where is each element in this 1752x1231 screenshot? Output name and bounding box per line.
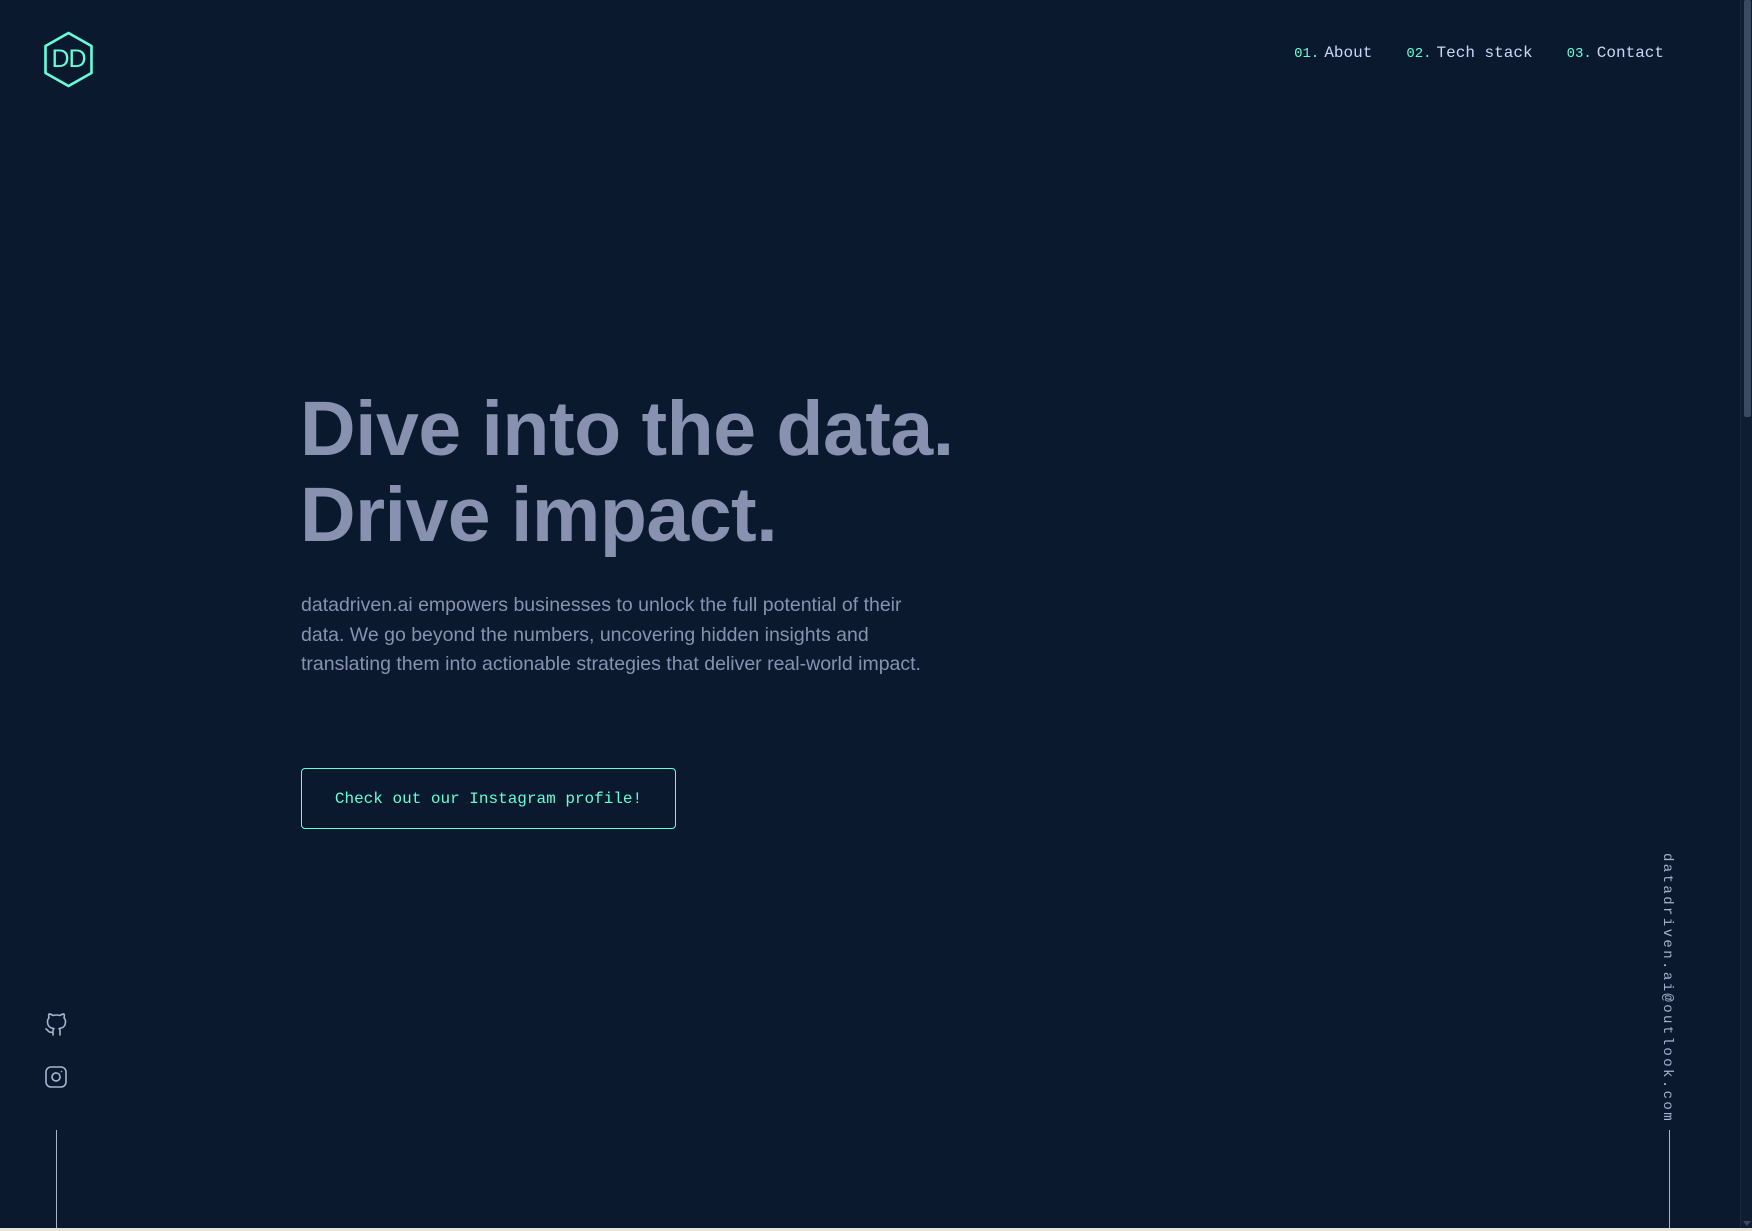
- vertical-scrollbar[interactable]: [1740, 0, 1752, 1228]
- social-links: [44, 1013, 68, 1117]
- nav-item-number: 02.: [1406, 46, 1432, 62]
- left-divider-line: [56, 1130, 57, 1228]
- hero-description: datadriven.ai empowers businesses to unl…: [301, 594, 921, 675]
- nav-item-number: 01.: [1294, 46, 1320, 62]
- logo-text: DD: [51, 45, 86, 73]
- hero-section: Dive into the data. Drive impact. datadr…: [300, 386, 1200, 829]
- page: DD 01. About 02. Tech stack 03. Contact Div…: [0, 0, 1740, 1228]
- main-nav: 01. About 02. Tech stack 03. Contact: [1294, 44, 1664, 62]
- scrollbar-thumb[interactable]: [1744, 0, 1751, 417]
- nav-item-tech-stack[interactable]: 02. Tech stack: [1406, 44, 1532, 62]
- hero-headline: Dive into the data. Drive impact.: [300, 386, 1200, 558]
- instagram-icon: [45, 1066, 67, 1088]
- email-link[interactable]: datadriven.ai@outlook.com: [1659, 853, 1675, 1123]
- nav-item-contact[interactable]: 03. Contact: [1567, 44, 1664, 62]
- instagram-link[interactable]: [44, 1065, 68, 1089]
- right-divider-line: [1669, 1130, 1670, 1228]
- nav-item-number: 03.: [1566, 46, 1592, 62]
- nav-item-about[interactable]: 01. About: [1294, 44, 1372, 62]
- scroll-down-arrow-icon[interactable]: [1743, 1221, 1751, 1226]
- github-link[interactable]: [44, 1013, 68, 1037]
- headline-line-2: Drive impact.: [300, 472, 778, 558]
- headline-line-1: Dive into the data.: [300, 386, 954, 472]
- github-icon: [45, 1013, 67, 1036]
- instagram-cta-button[interactable]: Check out our Instagram profile!: [301, 768, 676, 829]
- nav-item-label: About: [1324, 44, 1373, 62]
- nav-item-label: Contact: [1596, 44, 1664, 62]
- nav-item-label: Tech stack: [1436, 44, 1533, 62]
- site-logo[interactable]: DD: [43, 31, 94, 88]
